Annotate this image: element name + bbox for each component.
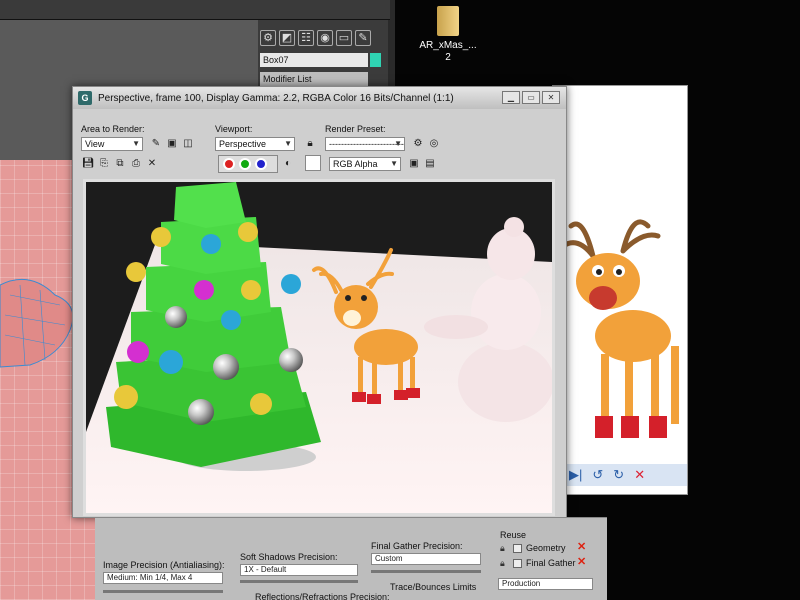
rendered-image[interactable] [83,179,555,516]
geometry-checkbox[interactable] [513,544,522,553]
renderer-rollout-panel: Image Precision (Antialiasing): Medium: … [95,517,607,600]
area-to-render-value: View [85,139,105,149]
final-gather-label: Final Gather Precision: [371,541,463,551]
image-precision-slider[interactable] [103,590,223,593]
close-button[interactable]: ✕ [542,91,560,104]
final-gather-dropdown[interactable]: Custom [371,553,481,565]
green-channel-toggle[interactable] [239,158,251,170]
create-icon[interactable]: ◩ [279,30,295,46]
channel-display-value: RGB Alpha [333,159,378,169]
panel-toggle-icon[interactable]: ▤ [423,157,437,171]
restore-button[interactable]: ▭ [522,91,540,104]
viewport-label: Viewport: [215,124,253,134]
copy-image-icon[interactable]: ⎘ [97,157,111,171]
window-title: Perspective, frame 100, Display Gamma: 2… [98,92,454,104]
mono-toggle-icon[interactable]: ▣ [407,157,421,171]
geometry-label: Geometry [526,543,566,553]
app-icon: G [78,91,92,105]
auto-region-icon[interactable]: ▣ [165,137,179,151]
channel-toggle-group [218,155,278,173]
clear-icon[interactable]: ✕ [145,157,159,171]
soft-shadows-slider[interactable] [240,580,358,583]
object-name-field[interactable]: Box07 [260,53,368,67]
blue-channel-toggle[interactable] [255,158,267,170]
render-preset-value: ------------------------- [329,139,404,149]
chevron-down-icon: ▼ [132,139,140,148]
image-precision-dropdown[interactable]: Medium: Min 1/4, Max 4 [103,572,223,584]
final-gather-slider[interactable] [371,570,481,573]
desktop-folder[interactable]: AR_xMas_... 2 [418,6,478,64]
rotate-right-icon[interactable]: ↻ [613,467,624,483]
hierarchy-icon[interactable]: ☷ [298,30,314,46]
clone-frame-icon[interactable]: ⧉ [113,157,127,171]
area-to-render-label: Area to Render: [81,124,145,134]
reflections-label: Reflections/Refractions Precision: [255,592,390,600]
chevron-down-icon: ▼ [390,159,398,168]
red-channel-toggle[interactable] [223,158,235,170]
render-preset-dropdown[interactable]: ------------------------- ▼ [325,137,405,151]
final-gather-reuse-checkbox[interactable] [513,559,522,568]
image-viewer-window: ▶| ↺ ↻ ✕ [552,85,688,495]
chevron-down-icon: ▼ [284,139,292,148]
render-preset-label: Render Preset: [325,124,386,134]
motion-icon[interactable]: ◉ [317,30,333,46]
region-select-icon[interactable]: ◫ [181,137,195,151]
reuse-label: Reuse [500,530,527,540]
soft-shadows-dropdown[interactable]: 1X - Default [240,564,358,576]
image-precision-label: Image Precision (Antialiasing): [103,560,225,570]
render-setup-icon[interactable]: ⚙ [411,137,425,151]
render-frame-window: G Perspective, frame 100, Display Gamma:… [72,86,567,518]
alpha-toggle-icon[interactable]: ◐ [281,157,295,171]
print-icon[interactable]: ⎙ [129,157,143,171]
channel-display-dropdown[interactable]: RGB Alpha ▼ [329,157,401,171]
object-color-swatch[interactable] [370,53,381,67]
rotate-left-icon[interactable]: ↺ [592,467,603,483]
gear-icon[interactable]: ⚙ [260,30,276,46]
modifier-list-dropdown[interactable]: Modifier List [260,72,368,86]
final-gather-reuse-label: Final Gather [526,558,576,568]
lock-icon[interactable]: 🔒︎ [500,558,505,569]
folder-icon [437,6,459,36]
lock-icon[interactable]: 🔒︎ [500,543,505,554]
render-window-titlebar[interactable]: G Perspective, frame 100, Display Gamma:… [73,87,566,109]
render-controls: Area to Render: View ▼ ✎ ▣ ◫ Viewport: Pe… [73,109,566,173]
utilities-icon[interactable]: ✎ [355,30,371,46]
viewport-dropdown[interactable]: Perspective ▼ [215,137,295,151]
clear-geometry-icon[interactable]: ✕ [577,540,586,553]
trace-bounces-label: Trace/Bounces Limits [390,582,477,592]
close-icon[interactable]: ✕ [634,467,645,483]
display-icon[interactable]: ▭ [336,30,352,46]
lock-icon[interactable]: 🔒︎ [303,137,317,151]
production-preset-dropdown[interactable]: Production [498,578,593,590]
viewport-value: Perspective [219,139,267,149]
play-icon[interactable]: ▶| [569,467,582,483]
area-to-render-dropdown[interactable]: View ▼ [81,137,143,151]
edit-region-icon[interactable]: ✎ [149,137,163,151]
chevron-down-icon: ▼ [394,139,402,148]
christmas-scene [86,182,552,513]
color-swatch[interactable] [305,155,321,171]
folder-label-suffix: 2 [445,52,451,63]
viewer-toolbar: ▶| ↺ ↻ ✕ [553,464,687,486]
max-top-toolbar [0,0,390,20]
minimize-button[interactable]: ▁ [502,91,520,104]
soft-shadows-label: Soft Shadows Precision: [240,552,338,562]
folder-label: AR_xMas_... [419,40,477,51]
environment-icon[interactable]: ◎ [427,137,441,151]
clear-final-gather-icon[interactable]: ✕ [577,555,586,568]
save-image-icon[interactable]: 💾︎ [81,157,95,171]
reindeer-artwork [560,219,679,438]
